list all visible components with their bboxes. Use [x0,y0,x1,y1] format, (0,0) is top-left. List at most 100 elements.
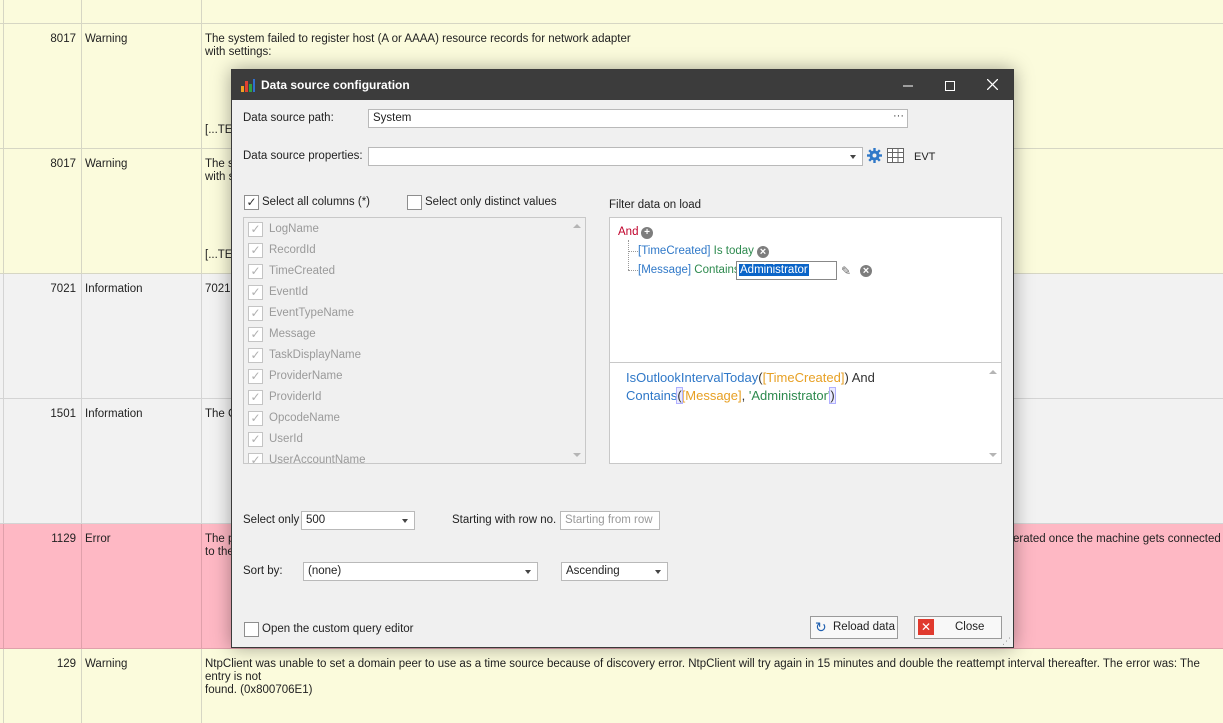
filter-tree[interactable]: And + [TimeCreated] Is today × [Message]… [610,218,1001,363]
column-checkbox[interactable]: ✓ [248,453,263,463]
column-checkbox[interactable]: ✓ [248,411,263,426]
close-button[interactable]: ✕ Close [914,616,1002,639]
column-name: OpcodeName [269,412,340,424]
dialog-title: Data source configuration [261,78,410,92]
condition-field[interactable]: [Message] [638,264,691,276]
column-name: UserAccountName [269,454,366,464]
list-item[interactable]: ✓ EventTypeName [244,303,564,324]
row-level: Information [82,399,202,523]
data-source-path-label: Data source path: [243,112,334,124]
data-source-properties-label: Data source properties: [243,150,363,162]
scroll-up-icon[interactable] [573,224,581,228]
list-item[interactable]: ✓ TimeCreated [244,261,564,282]
pencil-icon[interactable]: ✎ [841,264,851,278]
select-all-columns-checkbox[interactable]: ✓ [244,195,259,210]
select-distinct-label: Select only distinct values [425,196,557,208]
expression-scrollbar[interactable] [984,364,1001,463]
column-checkbox[interactable]: ✓ [248,264,263,279]
select-all-columns-label: Select all columns (*) [262,196,371,208]
custom-query-checkbox[interactable] [244,622,259,637]
maximize-button[interactable] [929,70,971,100]
column-checkbox[interactable]: ✓ [248,243,263,258]
column-name: UserId [269,433,303,445]
sort-by-value: (none) [308,565,342,577]
sort-by-label: Sort by: [243,565,283,577]
column-checkbox[interactable]: ✓ [248,222,263,237]
add-condition-icon[interactable]: + [641,227,653,239]
list-item[interactable]: ✓ Message [244,324,564,345]
row-level: Information [82,274,202,398]
list-item[interactable]: ✓ ProviderName [244,366,564,387]
sort-order-dropdown[interactable]: Ascending [561,562,668,581]
list-item[interactable]: ✓ LogName [244,219,564,240]
column-checkbox[interactable]: ✓ [248,390,263,405]
scroll-down-icon[interactable] [573,453,581,457]
filter-editor: And + [TimeCreated] Is today × [Message]… [609,217,1002,464]
chevron-down-icon [525,570,531,574]
evt-label: EVT [914,151,936,163]
reload-data-button[interactable]: ↻ Reload data [810,616,898,639]
data-source-path-value: System [373,112,412,124]
group-operator[interactable]: And [618,226,638,238]
condition-field[interactable]: [TimeCreated] [638,245,710,257]
condition-1[interactable]: [TimeCreated] Is today [638,245,754,257]
starting-row-label: Starting with row no. [452,514,557,526]
select-only-label: Select only [243,514,300,526]
filter-expression-text[interactable]: IsOutlookIntervalToday([TimeCreated]) An… [626,369,875,405]
refresh-icon: ↻ [815,619,827,635]
select-only-dropdown[interactable]: 500 [301,511,415,530]
list-item[interactable]: ✓ RecordId [244,240,564,261]
grid-row[interactable]: 129 Warning NtpClient was unable to set … [0,649,1223,723]
gear-icon[interactable] [866,147,883,164]
minimize-button[interactable] [887,70,929,100]
list-item[interactable]: ✓ UserId [244,429,564,450]
list-item[interactable]: ✓ TaskDisplayName [244,345,564,366]
columns-scrollbar[interactable] [568,218,585,463]
remove-condition-icon[interactable]: × [860,265,872,277]
close-icon: ✕ [918,619,934,635]
row-id: 8017 [4,24,82,148]
close-window-button[interactable] [971,70,1013,100]
row-id: 129 [4,649,82,723]
column-checkbox[interactable]: ✓ [248,285,263,300]
column-checkbox[interactable]: ✓ [248,306,263,321]
browse-path-button[interactable]: ··· [893,110,904,122]
list-item[interactable]: ✓ ProviderId [244,387,564,408]
condition-operator[interactable]: Contains [694,264,739,276]
column-name: LogName [269,223,319,235]
column-name: RecordId [269,244,316,256]
column-name: Message [269,328,316,340]
list-item[interactable]: ✓ UserAccountName [244,450,564,464]
grid-row[interactable] [0,0,1223,24]
close-icon [986,78,998,91]
row-message: NtpClient was unable to set a domain pee… [205,658,1200,696]
bar-chart-icon [241,79,255,92]
data-source-properties-input[interactable] [368,147,863,166]
chevron-down-icon [850,155,856,159]
condition-value-input[interactable]: Administrator [736,261,837,280]
dialog-titlebar[interactable]: Data source configuration [232,70,1013,100]
row-level: Warning [82,24,202,148]
table-grid-icon[interactable] [887,148,904,163]
scroll-up-icon[interactable] [989,370,997,374]
select-distinct-checkbox[interactable] [407,195,422,210]
data-source-path-input[interactable]: System ··· [368,109,908,128]
column-checkbox[interactable]: ✓ [248,348,263,363]
list-item[interactable]: ✓ OpcodeName [244,408,564,429]
starting-row-input[interactable]: Starting from row [560,511,660,530]
column-name: EventId [269,286,308,298]
resize-grip-icon[interactable]: ⋰ [1002,636,1012,646]
column-checkbox[interactable]: ✓ [248,369,263,384]
list-item[interactable]: ✓ EventId [244,282,564,303]
column-checkbox[interactable]: ✓ [248,327,263,342]
condition-2[interactable]: [Message] Contains [638,264,740,276]
column-name: EventTypeName [269,307,355,319]
sort-by-dropdown[interactable]: (none) [303,562,538,581]
columns-list[interactable]: ✓ LogName ✓ RecordId ✓ TimeCreated ✓ EventId… [243,217,586,464]
remove-condition-icon[interactable]: × [757,246,769,258]
condition-operator[interactable]: Is today [714,245,754,257]
condition-value: Administrator [739,264,809,276]
column-checkbox[interactable]: ✓ [248,432,263,447]
scroll-down-icon[interactable] [989,453,997,457]
select-only-value: 500 [306,514,326,526]
